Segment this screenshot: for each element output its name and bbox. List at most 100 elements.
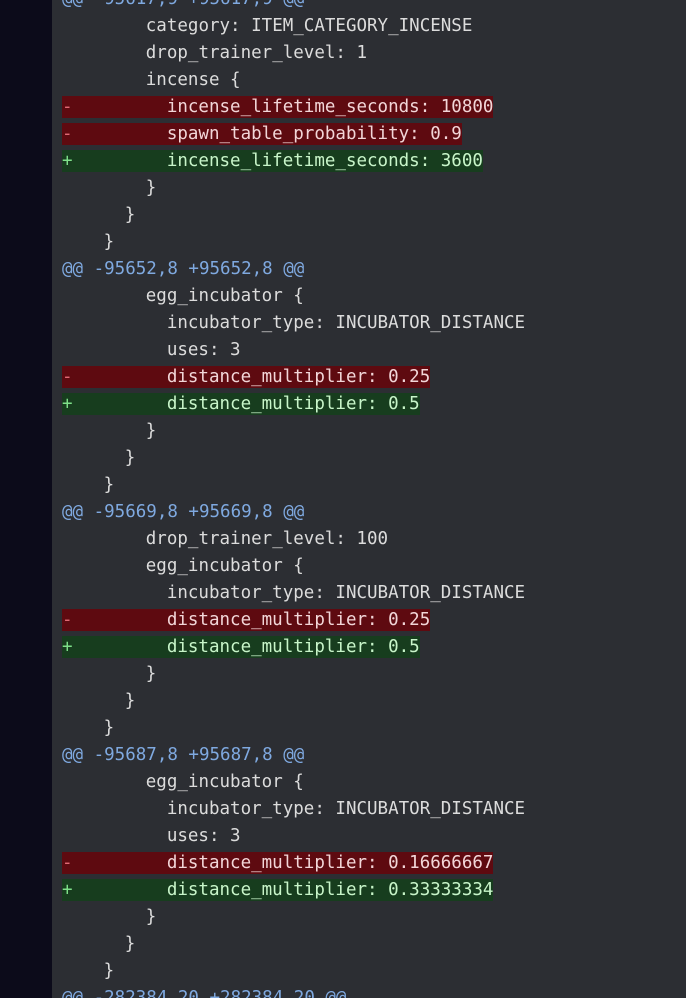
gutter-space (62, 420, 72, 442)
line-text: drop_trainer_level: 1 (145, 43, 368, 63)
hunk-header-text: @@ -95687,8 +95687,8 @@ (62, 745, 305, 765)
context-line-highlight: } (62, 933, 136, 955)
line-text: } (145, 907, 157, 927)
gutter-space (62, 177, 72, 199)
gutter-space (62, 285, 72, 307)
line-text: uses: 3 (166, 826, 241, 846)
context-line: } (62, 688, 686, 715)
line-text: } (124, 205, 136, 225)
hunk-header: @@ -95669,8 +95669,8 @@ (62, 499, 686, 526)
added-line: + distance_multiplier: 0.5 (62, 634, 686, 661)
context-line: incubator_type: INCUBATOR_DISTANCE (62, 310, 686, 337)
context-line-highlight: incubator_type: INCUBATOR_DISTANCE (62, 582, 525, 604)
context-line: incubator_type: INCUBATOR_DISTANCE (62, 796, 686, 823)
hunk-header: @@ -95652,8 +95652,8 @@ (62, 256, 686, 283)
line-text: } (145, 664, 157, 684)
context-line: egg_incubator { (62, 283, 686, 310)
hunk-header: @@ -282384,20 +282384,20 @@ (62, 985, 686, 998)
context-line-highlight: uses: 3 (62, 339, 241, 361)
gutter-space (62, 798, 72, 820)
added-line-highlight: + distance_multiplier: 0.5 (62, 636, 420, 658)
diff-content[interactable]: @@ -95617,9 +95617,9 @@ category: ITEM_C… (62, 0, 686, 998)
deleted-line: - distance_multiplier: 0.25 (62, 364, 686, 391)
added-line: + distance_multiplier: 0.5 (62, 391, 686, 418)
context-line: } (62, 661, 686, 688)
context-line-highlight: egg_incubator { (62, 771, 304, 793)
context-line-highlight: egg_incubator { (62, 555, 304, 577)
context-line-highlight: } (62, 420, 157, 442)
minus-sign: - (62, 367, 73, 387)
line-text: } (103, 718, 115, 738)
line-text: egg_incubator { (145, 286, 304, 306)
line-text: incubator_type: INCUBATOR_DISTANCE (166, 799, 526, 819)
gutter-space (62, 15, 72, 37)
gutter-space (62, 582, 72, 604)
line-text: uses: 3 (166, 340, 241, 360)
context-line: } (62, 904, 686, 931)
line-text: incubator_type: INCUBATOR_DISTANCE (166, 313, 526, 333)
added-line: + distance_multiplier: 0.33333334 (62, 877, 686, 904)
context-line: } (62, 931, 686, 958)
gutter-space (62, 447, 72, 469)
context-line: incense { (62, 67, 686, 94)
context-line: drop_trainer_level: 100 (62, 526, 686, 553)
context-line-highlight: } (62, 663, 157, 685)
context-line-highlight: } (62, 960, 115, 982)
minus-sign: - (62, 97, 73, 117)
added-line: + incense_lifetime_seconds: 3600 (62, 148, 686, 175)
context-line-highlight: egg_incubator { (62, 285, 304, 307)
plus-sign: + (62, 637, 73, 657)
context-line-highlight: category: ITEM_CATEGORY_INCENSE (62, 15, 473, 37)
line-text: } (124, 448, 136, 468)
gutter-space (62, 339, 72, 361)
context-line-highlight: } (62, 690, 136, 712)
gutter-space (62, 717, 72, 739)
deleted-line: - distance_multiplier: 0.16666667 (62, 850, 686, 877)
line-text: } (145, 421, 157, 441)
context-line-highlight: incense { (62, 69, 241, 91)
line-text: } (145, 178, 157, 198)
context-line: } (62, 202, 686, 229)
line-text: incubator_type: INCUBATOR_DISTANCE (166, 583, 526, 603)
line-text: incense { (145, 70, 241, 90)
line-text: distance_multiplier: 0.25 (166, 367, 431, 387)
deleted-line: - incense_lifetime_seconds: 10800 (62, 94, 686, 121)
line-text: distance_multiplier: 0.25 (166, 610, 431, 630)
line-text: } (124, 934, 136, 954)
deleted-line: - spawn_table_probability: 0.9 (62, 121, 686, 148)
added-line-highlight: + distance_multiplier: 0.33333334 (62, 879, 494, 901)
gutter-space (62, 690, 72, 712)
deleted-line: - distance_multiplier: 0.25 (62, 607, 686, 634)
line-text: distance_multiplier: 0.5 (166, 637, 420, 657)
context-line: } (62, 418, 686, 445)
deleted-line-highlight: - spawn_table_probability: 0.9 (62, 123, 462, 145)
hunk-header: @@ -95617,9 +95617,9 @@ (62, 0, 686, 13)
line-text: } (103, 475, 115, 495)
gutter-space (62, 42, 72, 64)
context-line: egg_incubator { (62, 553, 686, 580)
context-line: uses: 3 (62, 823, 686, 850)
line-text: spawn_table_probability: 0.9 (166, 124, 462, 144)
